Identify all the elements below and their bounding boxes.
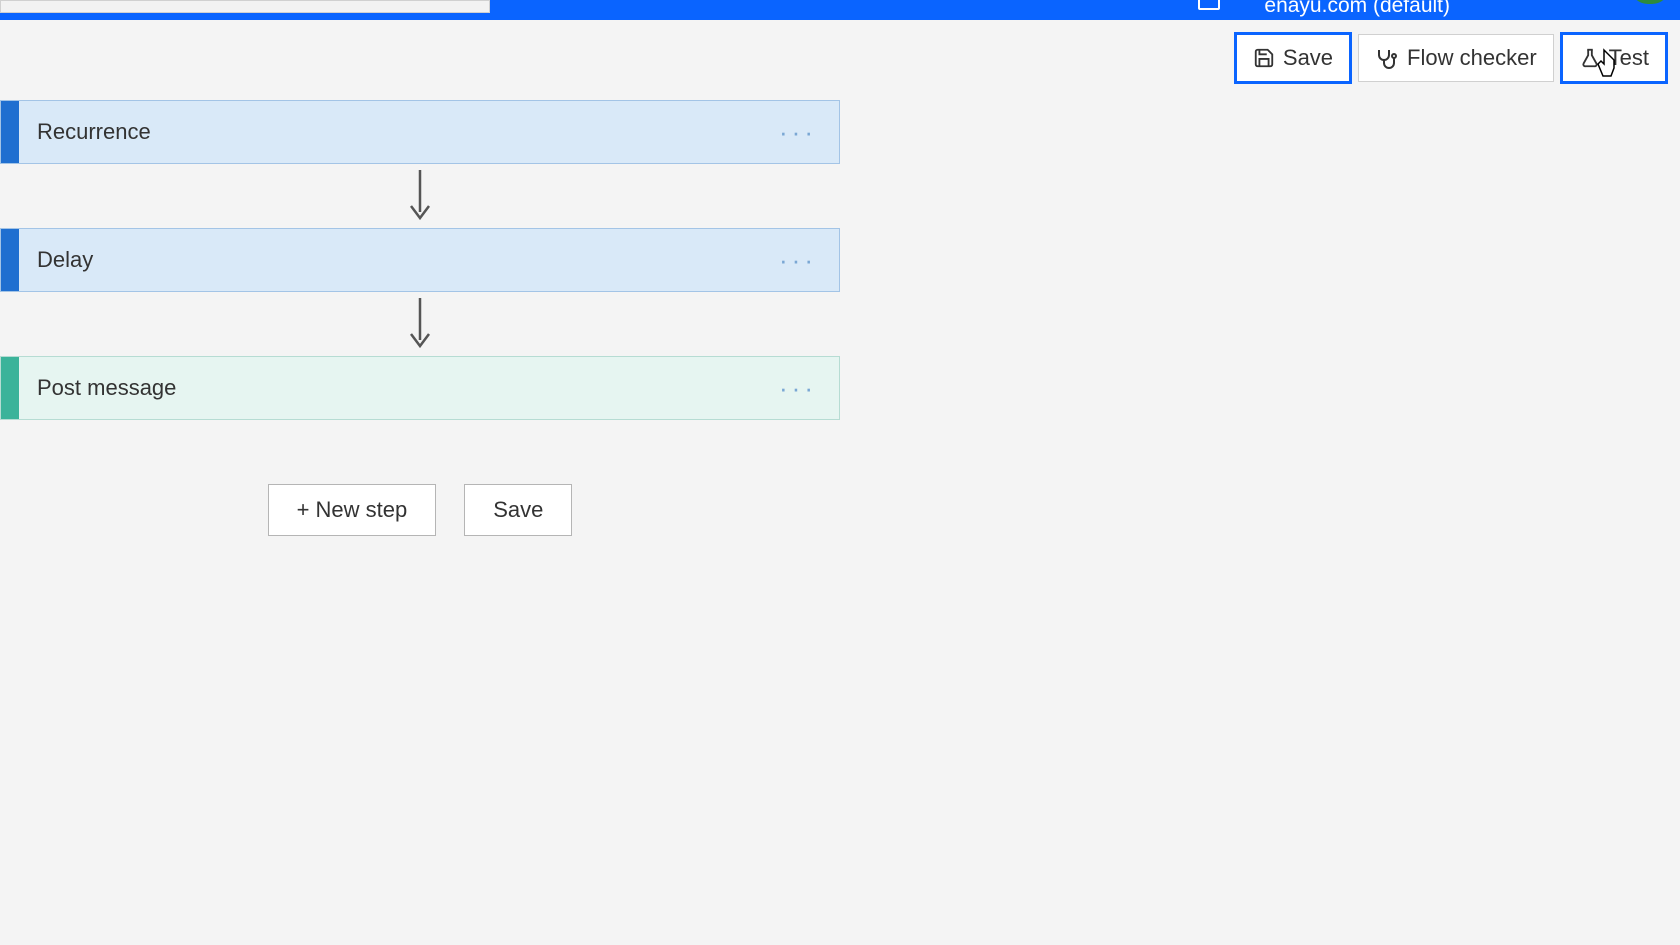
save-step-button[interactable]: Save	[464, 484, 572, 536]
step-accent	[1, 101, 19, 163]
save-icon	[1253, 47, 1275, 69]
toolbar: Save Flow checker Test	[1234, 28, 1668, 88]
new-step-button[interactable]: + New step	[268, 484, 437, 536]
environment-icon	[1198, 0, 1220, 10]
step-title: Recurrence	[37, 119, 151, 145]
step-accent	[1, 229, 19, 291]
test-button-label: Test	[1609, 45, 1649, 71]
avatar[interactable]: HE	[1630, 0, 1670, 4]
step-menu-icon[interactable]: ···	[779, 245, 817, 276]
search-input[interactable]	[0, 0, 490, 13]
save-step-label: Save	[493, 497, 543, 522]
environment-label: enayu.com (default)	[1264, 0, 1450, 18]
step-recurrence[interactable]: Recurrence ···	[0, 100, 840, 164]
save-button[interactable]: Save	[1234, 32, 1352, 84]
step-menu-icon[interactable]: ···	[779, 117, 817, 148]
flow-checker-label: Flow checker	[1407, 45, 1537, 71]
step-title: Post message	[37, 375, 176, 401]
flow-canvas: Recurrence ··· Delay ··· Post message ··…	[0, 100, 850, 536]
flow-arrow	[0, 292, 840, 356]
step-post-message[interactable]: Post message ···	[0, 356, 840, 420]
test-button[interactable]: Test	[1560, 32, 1668, 84]
step-menu-icon[interactable]: ···	[779, 373, 817, 404]
footer-buttons: + New step Save	[0, 484, 840, 536]
new-step-label: + New step	[297, 497, 408, 522]
flask-icon	[1579, 47, 1601, 69]
save-button-label: Save	[1283, 45, 1333, 71]
step-accent	[1, 357, 19, 419]
flow-checker-button[interactable]: Flow checker	[1358, 34, 1554, 82]
flow-arrow	[0, 164, 840, 228]
step-title: Delay	[37, 247, 93, 273]
top-bar: enayu.com (default) HE	[0, 0, 1680, 20]
step-delay[interactable]: Delay ···	[0, 228, 840, 292]
stethoscope-icon	[1375, 46, 1399, 70]
